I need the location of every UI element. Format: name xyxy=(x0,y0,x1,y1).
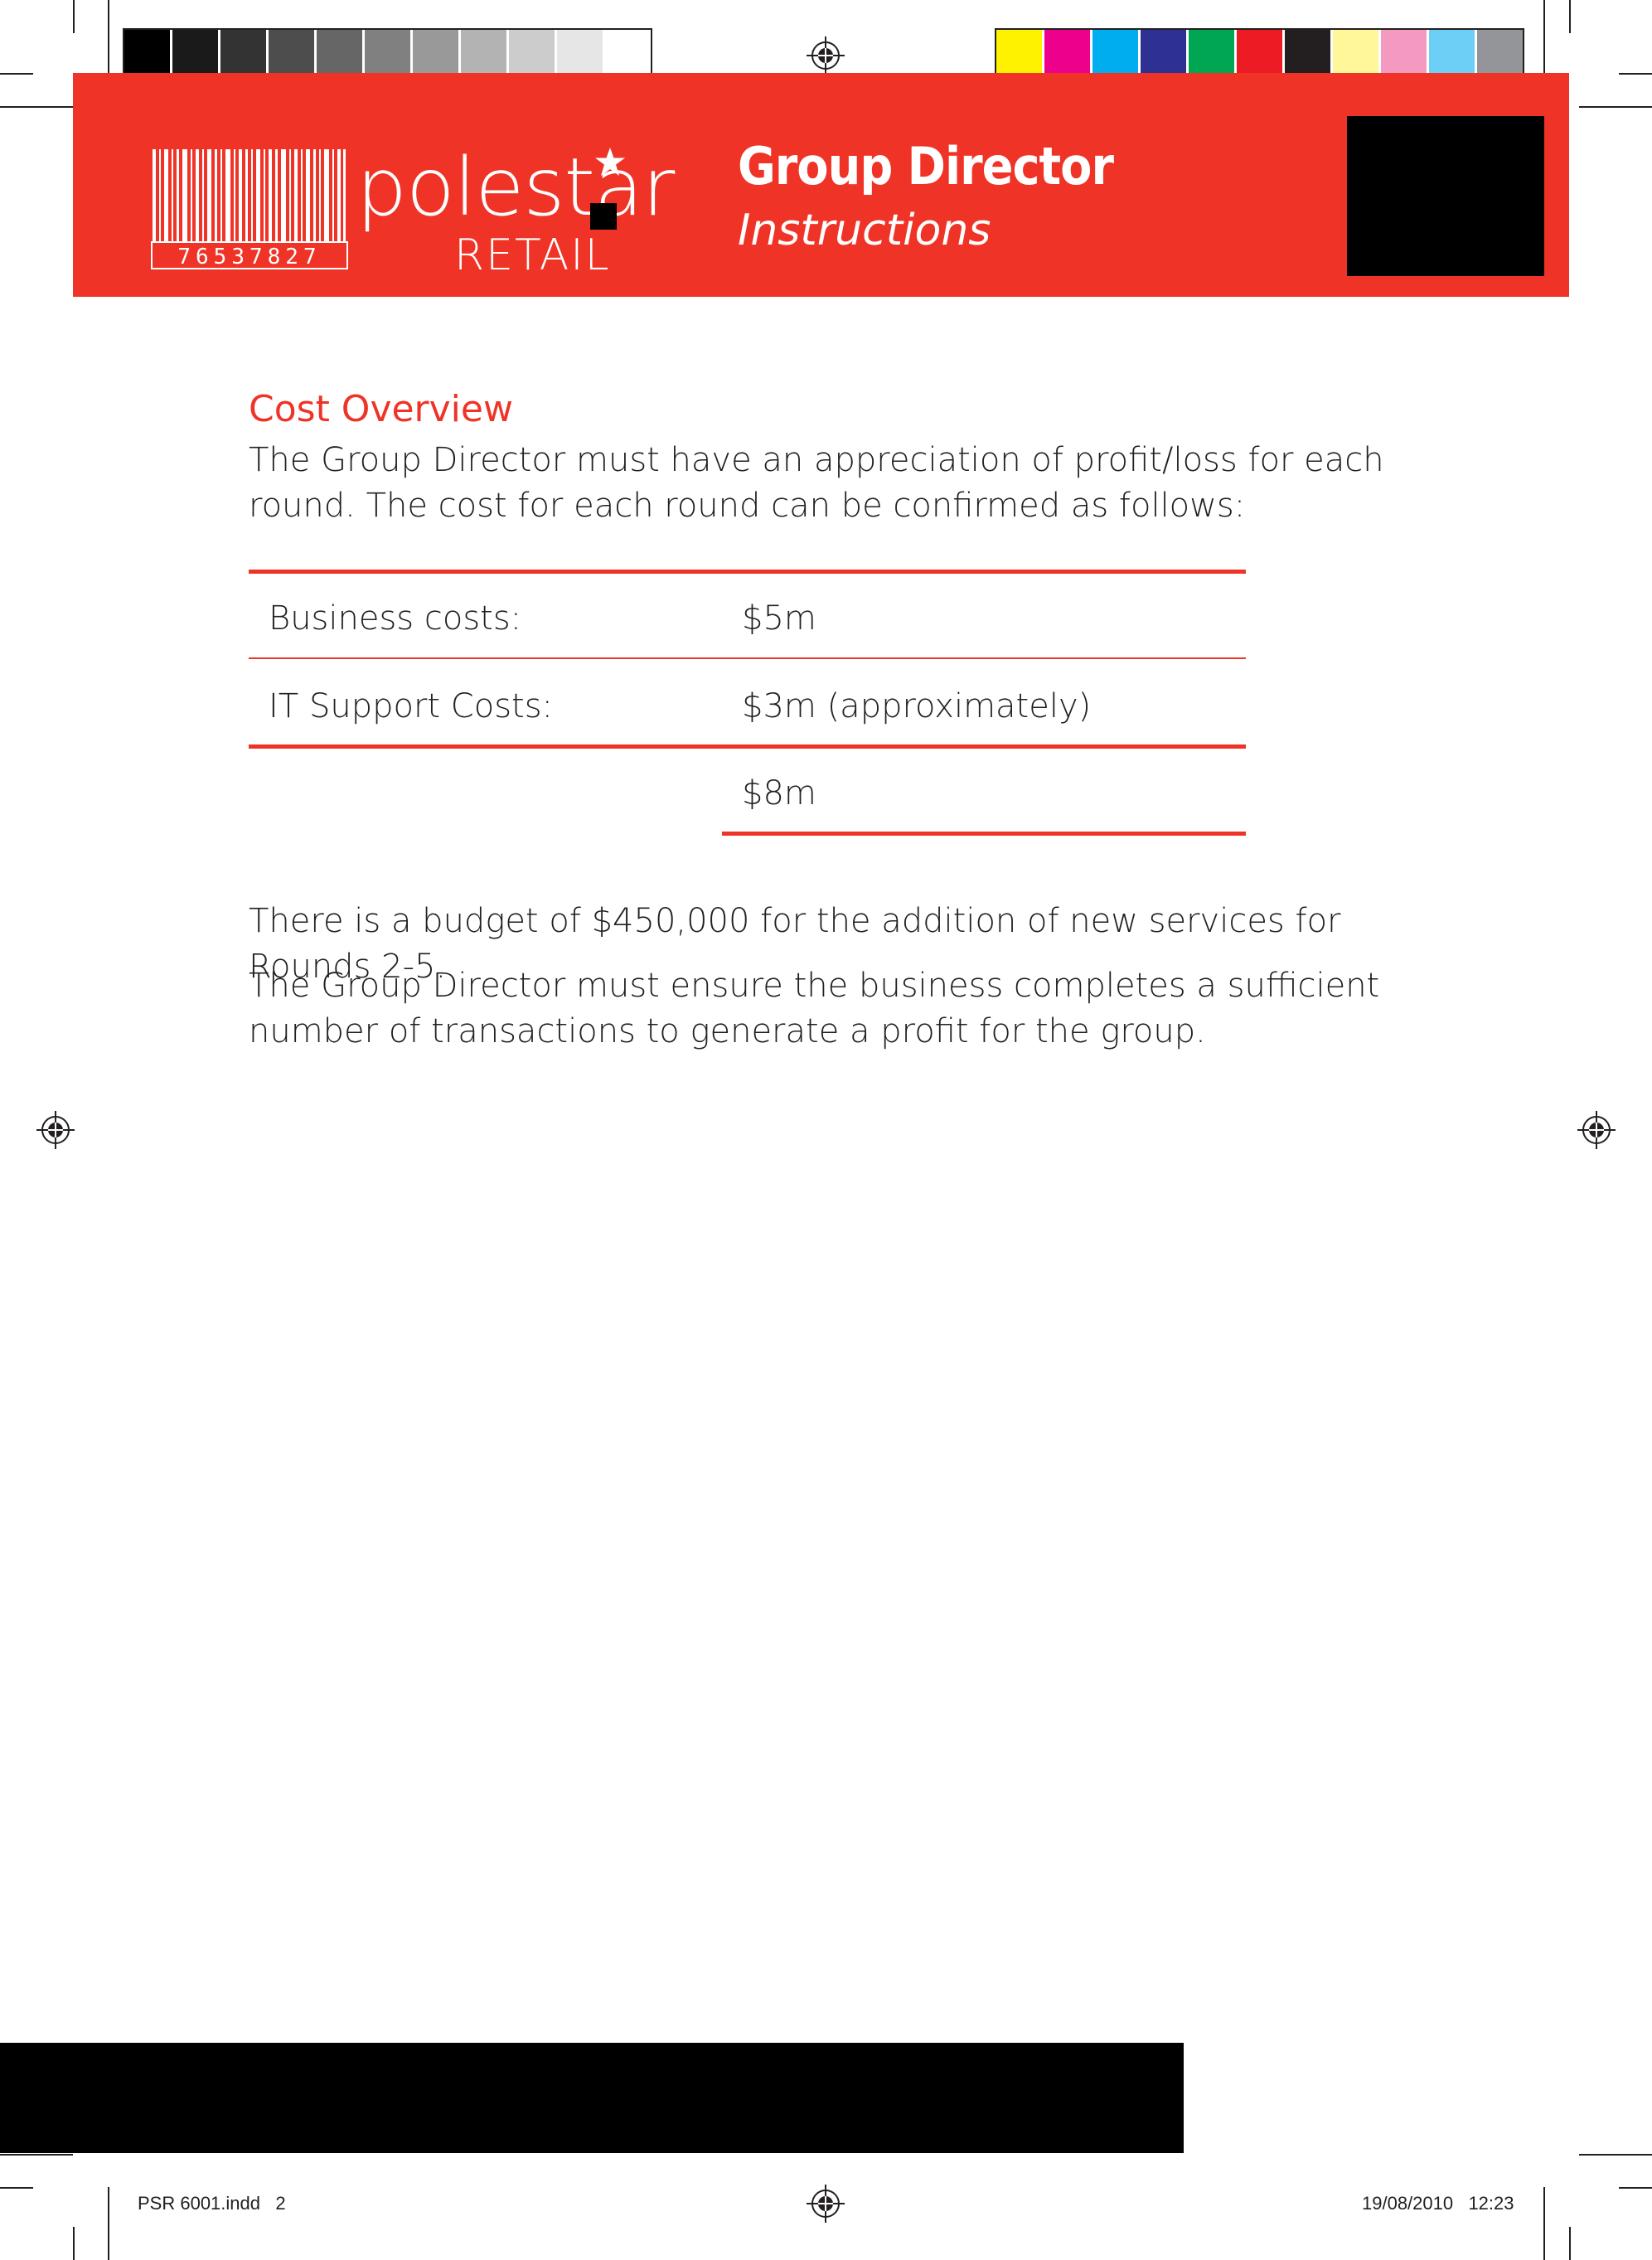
crop-mark xyxy=(0,106,73,108)
registration-mark-icon xyxy=(1577,1111,1616,1149)
profit-paragraph: The Group Director must ensure the busin… xyxy=(249,967,1380,1050)
barcode-digits: 76537827 xyxy=(177,245,321,269)
grayscale-color-bar xyxy=(123,28,652,80)
color-swatch xyxy=(1237,30,1285,78)
color-swatch xyxy=(1189,30,1237,78)
color-swatch xyxy=(1092,30,1141,78)
color-swatch xyxy=(1477,30,1523,78)
crop-mark xyxy=(1569,0,1571,33)
page-title: Group Director xyxy=(738,136,1114,196)
crop-mark xyxy=(0,2154,73,2156)
logo-square-mark xyxy=(590,203,617,230)
color-swatch xyxy=(220,30,269,78)
page-subtitle: Instructions xyxy=(738,206,991,255)
color-swatch xyxy=(996,30,1044,78)
crop-mark xyxy=(108,0,109,73)
registration-mark-icon xyxy=(36,1111,75,1149)
color-swatch xyxy=(509,30,557,78)
crop-mark xyxy=(73,2227,75,2260)
crop-mark xyxy=(1619,73,1652,75)
color-swatch xyxy=(172,30,220,78)
crop-mark xyxy=(73,0,75,33)
color-swatch xyxy=(605,30,651,78)
footer-black-bar xyxy=(0,2043,1184,2153)
redacted-box xyxy=(1347,116,1544,276)
section-heading: Cost Overview xyxy=(249,388,513,430)
color-swatch xyxy=(365,30,413,78)
slug-filename: PSR 6001.indd 2 xyxy=(138,2193,286,2214)
crop-mark xyxy=(0,2187,33,2189)
registration-mark-icon xyxy=(807,2185,845,2223)
color-swatch xyxy=(1429,30,1477,78)
process-color-bar xyxy=(995,28,1524,80)
color-swatch xyxy=(124,30,172,78)
total-underline-rule xyxy=(722,832,1246,836)
table-bottom-rule xyxy=(249,744,1246,749)
crop-mark xyxy=(108,2187,109,2260)
color-swatch xyxy=(1044,30,1092,78)
registration-mark-icon xyxy=(807,36,845,75)
color-swatch xyxy=(461,30,509,78)
intro-paragraph: The Group Director must have an apprecia… xyxy=(249,441,1384,525)
crop-mark xyxy=(1579,2154,1652,2156)
table-row-divider xyxy=(249,657,1246,659)
color-swatch xyxy=(269,30,317,78)
barcode-logo-icon: 76537827 xyxy=(151,149,348,269)
logo-sub-wordmark: RETAIL xyxy=(454,230,611,280)
table-row-value: $3m (approximately) xyxy=(742,687,1092,725)
crop-mark xyxy=(1619,2187,1652,2189)
crop-mark xyxy=(1569,2227,1571,2260)
table-total-value: $8m xyxy=(742,774,816,812)
color-swatch xyxy=(1381,30,1429,78)
crop-mark xyxy=(1543,2187,1545,2260)
color-swatch xyxy=(413,30,461,78)
color-swatch xyxy=(1285,30,1333,78)
table-row-value: $5m xyxy=(742,599,816,638)
color-swatch xyxy=(1333,30,1381,78)
table-top-rule xyxy=(249,570,1246,574)
star-icon xyxy=(595,148,625,176)
color-swatch xyxy=(317,30,365,78)
table-row-label: Business costs: xyxy=(269,599,522,638)
table-row-label: IT Support Costs: xyxy=(269,687,554,725)
crop-mark xyxy=(1579,106,1652,108)
crop-mark xyxy=(0,73,33,75)
color-swatch xyxy=(557,30,605,78)
color-swatch xyxy=(1141,30,1189,78)
slug-timestamp: 19/08/2010 12:23 xyxy=(1362,2193,1514,2214)
crop-mark xyxy=(1543,0,1545,73)
